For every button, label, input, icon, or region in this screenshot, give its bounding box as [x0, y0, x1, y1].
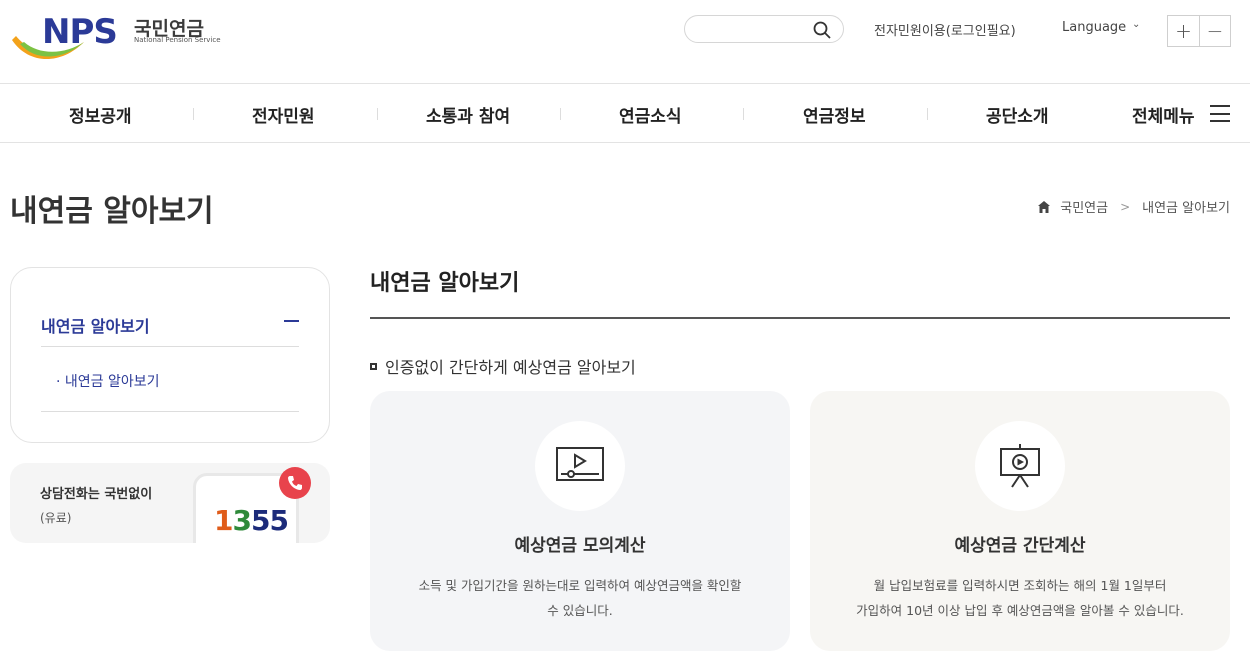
- nav-item-info-disclosure[interactable]: 정보공개: [69, 102, 132, 127]
- square-bullet-icon: [370, 362, 377, 370]
- e-civil-login-link[interactable]: 전자민원이용(로그인필요): [874, 20, 1016, 39]
- section-heading-text: 인증없이 간단하게 예상연금 알아보기: [385, 358, 636, 377]
- nav-divider: [560, 108, 561, 120]
- divider: [41, 346, 299, 347]
- video-icon: [535, 421, 625, 511]
- breadcrumb-item-home[interactable]: 국민연금: [1060, 197, 1108, 216]
- search-input[interactable]: [684, 15, 844, 43]
- search-icon[interactable]: [813, 21, 831, 39]
- title-underline: [370, 317, 1230, 319]
- chevron-right-icon: >: [1120, 199, 1131, 214]
- logo-nps-text: NPS: [42, 12, 118, 52]
- side-menu-title[interactable]: 내연금 알아보기: [41, 313, 150, 337]
- nav-item-pension-info[interactable]: 연금정보: [803, 102, 866, 127]
- breadcrumb: 국민연금 > 내연금 알아보기: [1038, 197, 1230, 216]
- content-title: 내연금 알아보기: [370, 271, 520, 296]
- logo-english-name: National Pension Service: [134, 36, 221, 44]
- chevron-down-icon: ⌄: [1132, 19, 1141, 30]
- nav-item-about[interactable]: 공단소개: [986, 102, 1049, 127]
- card-simple-calc[interactable]: 예상연금 간단계산 월 납입보험료를 입력하시면 조회하는 해의 1월 1일부터…: [810, 391, 1230, 651]
- site-header: NPS 국민연금 National Pension Service 전자민원이용…: [0, 0, 1250, 84]
- nav-item-all-menu[interactable]: 전체메뉴: [1132, 102, 1195, 127]
- card-title: 예상연금 간단계산: [954, 536, 1086, 556]
- call-banner-text: 상담전화는 국번없이: [40, 487, 153, 502]
- nav-item-pension-news[interactable]: 연금소식: [619, 102, 682, 127]
- card-simulation-calc[interactable]: 예상연금 모의계산 소득 및 가입기간을 원하는대로 입력하여 예상연금액을 확…: [370, 391, 790, 651]
- side-menu-item-my-pension[interactable]: · 내연금 알아보기: [56, 371, 160, 391]
- hamburger-menu-icon[interactable]: [1210, 105, 1230, 122]
- nps-logo[interactable]: NPS 국민연금 National Pension Service: [10, 12, 230, 66]
- nav-divider: [927, 108, 928, 120]
- call-banner-fee-note: (유료): [40, 511, 72, 525]
- collapse-icon[interactable]: [284, 320, 299, 322]
- section-heading: 인증없이 간단하게 예상연금 알아보기: [370, 354, 636, 378]
- nav-divider: [377, 108, 378, 120]
- page-title: 내연금 알아보기: [10, 194, 214, 229]
- side-menu: 내연금 알아보기 · 내연금 알아보기: [10, 267, 330, 443]
- call-center-banner[interactable]: 상담전화는 국번없이 (유료) 1355: [10, 463, 330, 543]
- presentation-icon: [975, 421, 1065, 511]
- main-navigation: 정보공개 전자민원 소통과 참여 연금소식 연금정보 공단소개 전체메뉴: [0, 84, 1250, 143]
- card-title: 예상연금 모의계산: [514, 536, 646, 556]
- breadcrumb-item-current[interactable]: 내연금 알아보기: [1142, 197, 1230, 216]
- zoom-controls: + −: [1167, 15, 1231, 47]
- nav-divider: [193, 108, 194, 120]
- phone-call-icon: [279, 467, 311, 499]
- card-description: 월 납입보험료를 입력하시면 조회하는 해의 1월 1일부터 가입하여 10년 …: [856, 578, 1184, 618]
- nav-item-e-civil[interactable]: 전자민원: [252, 102, 315, 127]
- card-description: 소득 및 가입기간을 원하는대로 입력하여 예상연금액을 확인할 수 있습니다.: [418, 578, 742, 618]
- call-center-number: 1355: [214, 504, 289, 537]
- divider: [41, 411, 299, 412]
- language-select[interactable]: Language: [1062, 20, 1126, 35]
- home-icon[interactable]: [1038, 200, 1051, 213]
- zoom-in-button[interactable]: +: [1168, 16, 1199, 46]
- zoom-out-button[interactable]: −: [1199, 16, 1230, 46]
- nav-item-communication[interactable]: 소통과 참여: [426, 102, 510, 127]
- nav-divider: [743, 108, 744, 120]
